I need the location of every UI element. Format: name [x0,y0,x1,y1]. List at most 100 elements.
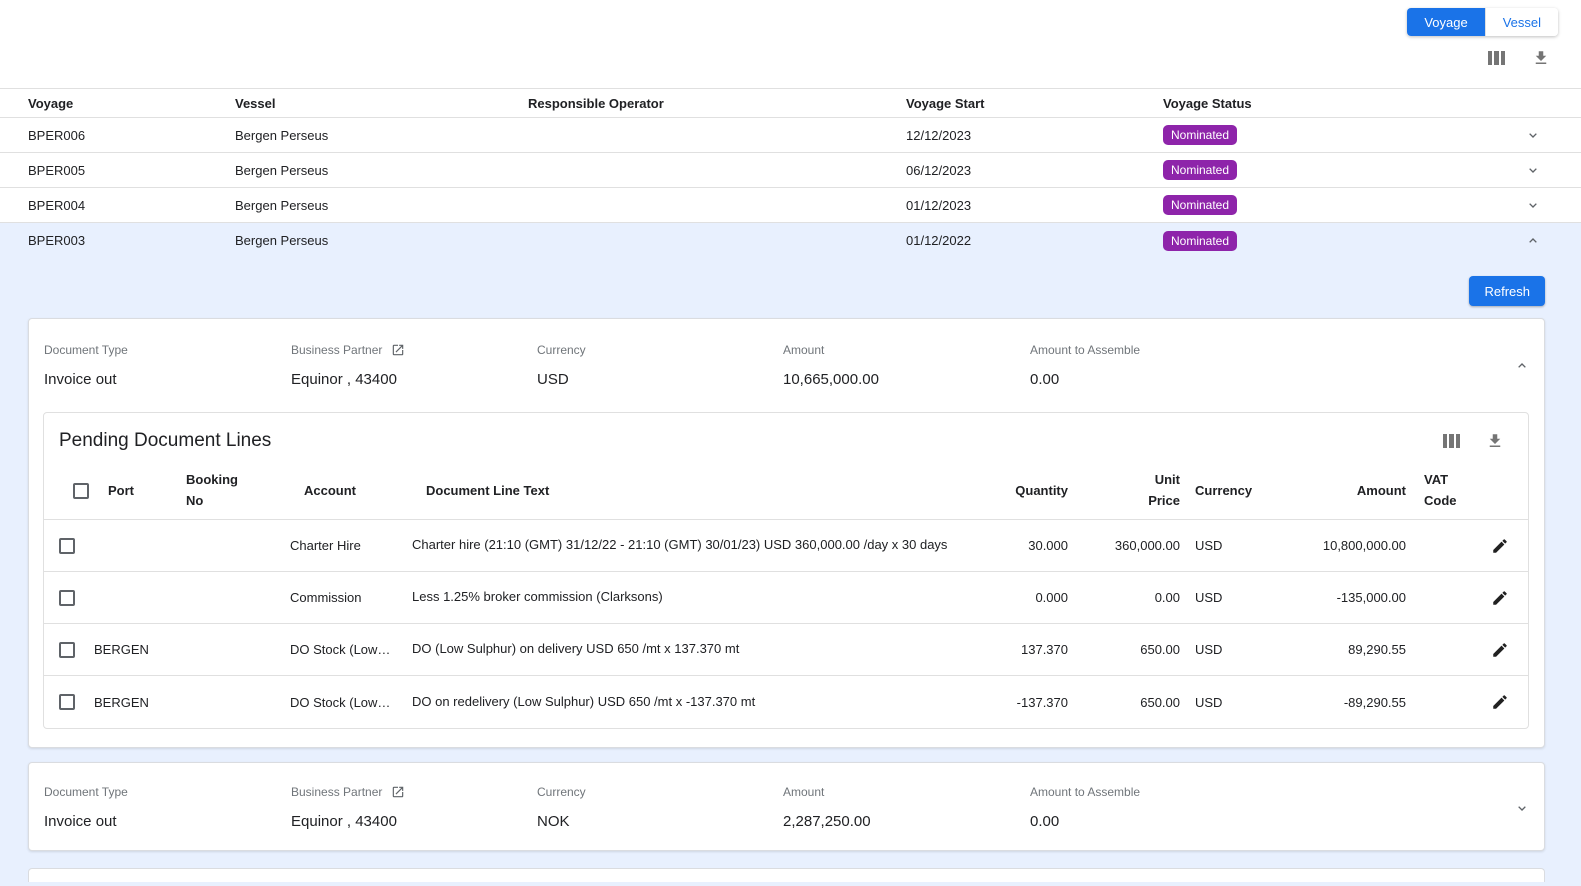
col-vat-code: VAT Code [1424,470,1468,510]
business-partner-field: Business Partner Equinor , 43400 [291,343,537,388]
voyage-table-header: Voyage Vessel Responsible Operator Voyag… [0,88,1581,118]
business-partner-value: Equinor , 43400 [291,371,537,388]
voyage-detail-panel: Refresh Document Type Invoice out Busine… [0,258,1581,886]
voyage-toggle-button[interactable]: Voyage [1407,8,1484,36]
currency-cell: USD [1180,590,1274,605]
expand-document-icon[interactable] [1514,800,1544,816]
pending-document-lines-card: Pending Document Lines Port Booking No A… [43,412,1529,729]
account-cell: DO Stock (Low… [290,695,412,710]
amount-label: Amount [783,785,1030,799]
document-type-field: Document Type Invoice out [44,785,291,830]
column-settings-icon[interactable] [1443,434,1461,448]
edit-icon[interactable] [1472,689,1528,715]
amount-to-assemble-value: 0.00 [1030,371,1500,388]
row-checkbox[interactable] [59,694,75,710]
external-link-icon[interactable] [391,785,405,799]
select-all-checkbox[interactable] [73,483,89,499]
col-unit-price: Unit Price [1140,470,1180,510]
amount-field: Amount 2,287,250.00 [783,785,1030,830]
currency-cell: USD [1180,642,1274,657]
collapse-document-icon[interactable] [1514,358,1544,374]
col-voyage-status: Voyage Status [1163,96,1525,111]
currency-label: Currency [537,343,783,357]
col-quantity: Quantity [972,483,1068,498]
currency-field: Currency USD [537,343,783,388]
col-voyage-start: Voyage Start [906,96,1163,111]
col-port: Port [108,483,186,498]
vessel-cell: Bergen Perseus [235,163,528,178]
document-type-label: Document Type [44,785,291,799]
column-settings-icon[interactable] [1488,51,1506,65]
amount-cell: -89,290.55 [1274,695,1406,710]
refresh-button[interactable]: Refresh [1469,276,1545,306]
table-row[interactable]: BPER006 Bergen Perseus 12/12/2023 Nomina… [0,118,1581,153]
currency-label: Currency [537,785,783,799]
amount-value: 2,287,250.00 [783,813,1030,830]
row-checkbox[interactable] [59,642,75,658]
row-checkbox[interactable] [59,590,75,606]
edit-icon[interactable] [1472,637,1528,663]
external-link-icon[interactable] [391,343,405,357]
voyage-cell: BPER004 [28,198,235,213]
document-type-value: Invoice out [44,371,291,388]
chevron-down-icon[interactable] [1525,162,1581,178]
table-row[interactable]: BPER004 Bergen Perseus 01/12/2023 Nomina… [0,188,1581,223]
table-row-expanded[interactable]: BPER003 Bergen Perseus 01/12/2022 Nomina… [0,223,1581,258]
currency-cell: USD [1180,538,1274,553]
account-cell: DO Stock (Low… [290,642,412,657]
voyage-table-actions [1488,49,1551,67]
currency-cell: USD [1180,695,1274,710]
chevron-up-icon[interactable] [1525,233,1581,249]
vessel-cell: Bergen Perseus [235,128,528,143]
col-amount: Amount [1274,483,1406,498]
quantity-cell: 0.000 [972,590,1068,605]
vessel-toggle-button[interactable]: Vessel [1485,8,1558,36]
voyage-cell: BPER003 [28,233,235,248]
col-currency: Currency [1180,483,1274,498]
line-text-cell: DO (Low Sulphur) on delivery USD 650 /mt… [412,640,972,658]
amount-field: Amount 10,665,000.00 [783,343,1030,388]
business-partner-label: Business Partner [291,785,382,799]
edit-icon[interactable] [1472,533,1528,559]
document-line-row: BERGEN DO Stock (Low… DO on redelivery (… [44,676,1528,728]
start-cell: 01/12/2023 [906,198,1163,213]
currency-value: USD [537,371,783,388]
pending-lines-title: Pending Document Lines [59,430,271,452]
top-bar: Voyage Vessel [0,0,1581,88]
amount-to-assemble-label: Amount to Assemble [1030,785,1500,799]
start-cell: 01/12/2022 [906,233,1163,248]
account-cell: Charter Hire [290,538,412,553]
currency-value: NOK [537,813,783,830]
amount-label: Amount [783,343,1030,357]
download-icon[interactable] [1486,432,1504,450]
document-line-row: Commission Less 1.25% broker commission … [44,572,1528,624]
table-row[interactable]: BPER005 Bergen Perseus 06/12/2023 Nomina… [0,153,1581,188]
document-card: Document Type Invoice out Business Partn… [28,318,1545,748]
chevron-down-icon[interactable] [1525,197,1581,213]
col-document-line-text: Document Line Text [426,483,972,498]
col-vessel: Vessel [235,96,528,111]
status-badge: Nominated [1163,231,1237,251]
line-text-cell: Less 1.25% broker commission (Clarksons) [412,588,972,606]
unit-price-cell: 360,000.00 [1068,538,1180,553]
account-cell: Commission [290,590,412,605]
unit-price-cell: 650.00 [1068,695,1180,710]
edit-icon[interactable] [1472,585,1528,611]
status-badge: Nominated [1163,160,1237,180]
download-icon[interactable] [1532,49,1550,67]
quantity-cell: 30.000 [972,538,1068,553]
row-checkbox[interactable] [59,538,75,554]
document-line-row: Charter Hire Charter hire (21:10 (GMT) 3… [44,520,1528,572]
voyage-cell: BPER005 [28,163,235,178]
quantity-cell: -137.370 [972,695,1068,710]
amount-to-assemble-field: Amount to Assemble 0.00 [1030,343,1500,388]
port-cell: BERGEN [94,695,172,710]
chevron-down-icon[interactable] [1525,127,1581,143]
document-type-field: Document Type Invoice out [44,343,291,388]
unit-price-cell: 0.00 [1068,590,1180,605]
col-account: Account [304,483,426,498]
business-partner-field: Business Partner Equinor , 43400 [291,785,537,830]
document-card: Document Type Invoice out Business Partn… [28,762,1545,851]
document-type-value: Invoice out [44,813,291,830]
line-text-cell: Charter hire (21:10 (GMT) 31/12/22 - 21:… [412,536,972,554]
